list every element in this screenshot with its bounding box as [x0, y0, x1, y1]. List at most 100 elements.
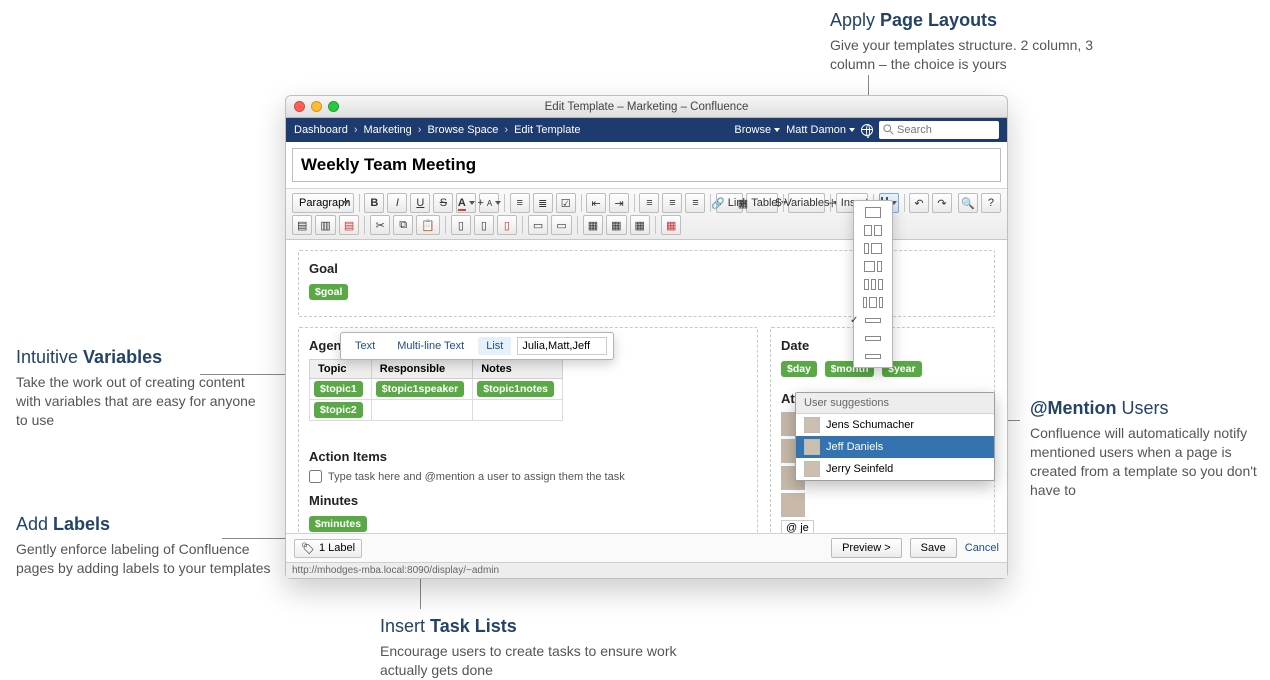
var-topic1[interactable]: $topic1 — [314, 381, 363, 397]
var-tab-text[interactable]: Text — [347, 337, 383, 355]
align-right-button[interactable]: ≡ — [685, 193, 705, 213]
var-day[interactable]: $day — [781, 361, 817, 377]
split-cells-button[interactable]: ▭ — [551, 215, 571, 235]
col-responsible: Responsible — [371, 360, 472, 379]
var-goal[interactable]: $goal — [309, 284, 348, 300]
var-topic1speaker[interactable]: $topic1speaker — [376, 381, 464, 397]
labels-button[interactable]: 🏷 1 Label — [294, 539, 362, 558]
bold-button[interactable]: B — [364, 193, 384, 213]
crumb-dashboard[interactable]: Dashboard — [294, 124, 348, 136]
delete-table-button[interactable]: ▦ — [661, 215, 681, 235]
page-title-input[interactable] — [292, 148, 1001, 182]
align-left-button[interactable]: ≡ — [639, 193, 659, 213]
outdent-button[interactable]: ⇤ — [586, 193, 606, 213]
col-before-button[interactable]: ▯ — [451, 215, 471, 235]
mac-titlebar: Edit Template – Marketing – Confluence — [286, 96, 1007, 118]
crumb-edit-template[interactable]: Edit Template — [514, 124, 580, 136]
align-center-button[interactable]: ≡ — [662, 193, 682, 213]
layout-3col[interactable] — [858, 277, 888, 291]
format-select[interactable]: Paragraph — [292, 193, 354, 213]
task-row[interactable]: Type task here and @mention a user to as… — [309, 470, 747, 483]
layout-2col-right[interactable] — [858, 259, 888, 273]
layout-3row[interactable] — [858, 331, 888, 345]
undo-button[interactable]: ↶ — [909, 193, 929, 213]
user-suggestions-popover[interactable]: User suggestions Jens Schumacher Jeff Da… — [795, 392, 995, 481]
variables-button[interactable]: $Variables — [788, 193, 825, 213]
var-topic2[interactable]: $topic2 — [314, 402, 363, 418]
cut-row-button[interactable]: ✂ — [370, 215, 390, 235]
traffic-lights[interactable] — [294, 101, 339, 112]
var-tab-multiline[interactable]: Multi-line Text — [389, 337, 472, 355]
layout-2col[interactable] — [858, 223, 888, 237]
copy-row-button[interactable]: ⧉ — [393, 215, 413, 235]
row-before-button[interactable]: ▤ — [292, 215, 312, 235]
crumb-marketing[interactable]: Marketing — [364, 124, 412, 136]
attendee-row[interactable] — [781, 493, 984, 517]
task-checkbox[interactable] — [309, 470, 322, 483]
variable-type-popover[interactable]: Text Multi-line Text List — [340, 332, 614, 360]
more-format-button[interactable]: +A — [479, 193, 499, 213]
row-after-button[interactable]: ▥ — [315, 215, 335, 235]
globe-icon[interactable] — [861, 124, 873, 136]
crumb-browse-space[interactable]: Browse Space — [427, 124, 498, 136]
cancel-link[interactable]: Cancel — [965, 542, 999, 554]
text-color-button[interactable]: A — [456, 193, 476, 213]
callout-mention: @Mention Users Confluence will automatic… — [1030, 396, 1260, 500]
close-icon[interactable] — [294, 101, 305, 112]
find-button[interactable]: 🔍 — [958, 193, 978, 213]
left-column[interactable]: Agenda Topic Responsible Notes $topic1 $… — [298, 327, 758, 554]
paste-row-button[interactable]: 📋 — [416, 215, 440, 235]
browse-menu[interactable]: Browse — [734, 124, 780, 136]
user-suggestion-row[interactable]: Jeff Daniels — [796, 436, 994, 458]
layout-2row[interactable]: ✓ — [858, 313, 888, 327]
preview-button[interactable]: Preview > — [831, 538, 902, 558]
row-delete-button[interactable]: ▤ — [339, 215, 359, 235]
help-button[interactable]: ? — [981, 193, 1001, 213]
layout-1col[interactable] — [858, 205, 888, 219]
header-row-button[interactable]: ▦ — [583, 215, 603, 235]
avatar — [804, 461, 820, 477]
tasklist-button[interactable]: ☑ — [556, 193, 576, 213]
header-col-button[interactable]: ▦ — [606, 215, 626, 235]
col-delete-button[interactable]: ▯ — [497, 215, 517, 235]
callout-labels: Add Labels Gently enforce labeling of Co… — [16, 512, 271, 578]
save-button[interactable]: Save — [910, 538, 957, 558]
user-suggestion-row[interactable]: Jerry Seinfeld — [796, 458, 994, 480]
callout-tasks: Insert Task Lists Encourage users to cre… — [380, 614, 680, 680]
action-heading: Action Items — [309, 449, 747, 464]
underline-button[interactable]: U — [410, 193, 430, 213]
label-count: 1 Label — [319, 542, 355, 554]
user-menu[interactable]: Matt Damon — [786, 124, 855, 136]
layout-2col-left[interactable] — [858, 241, 888, 255]
page-layout-dropdown[interactable]: ✓ — [853, 200, 893, 368]
agenda-table[interactable]: Topic Responsible Notes $topic1 $topic1s… — [309, 359, 563, 421]
var-minutes[interactable]: $minutes — [309, 516, 367, 532]
layout-custom[interactable] — [858, 349, 888, 363]
highlight-cell-button[interactable]: ▦ — [630, 215, 650, 235]
var-topic1notes[interactable]: $topic1notes — [477, 381, 554, 397]
var-tab-list[interactable]: List — [478, 337, 511, 355]
indent-button[interactable]: ⇥ — [609, 193, 629, 213]
user-suggestion-row[interactable]: Jens Schumacher — [796, 414, 994, 436]
minimize-icon[interactable] — [311, 101, 322, 112]
col-after-button[interactable]: ▯ — [474, 215, 494, 235]
var-list-input[interactable] — [517, 337, 607, 355]
ul-button[interactable]: ≡ — [510, 193, 530, 213]
arrow-labels — [222, 538, 287, 539]
italic-button[interactable]: I — [387, 193, 407, 213]
global-search[interactable] — [879, 121, 999, 139]
merge-cells-button[interactable]: ▭ — [528, 215, 548, 235]
search-icon — [882, 123, 894, 135]
strike-button[interactable]: S — [433, 193, 453, 213]
redo-button[interactable]: ↷ — [932, 193, 952, 213]
editor-footer: 🏷 1 Label Preview > Save Cancel — [286, 533, 1007, 562]
search-input[interactable] — [897, 124, 995, 136]
table-row: $topic1 $topic1speaker $topic1notes — [310, 379, 563, 400]
table-button[interactable]: ▦Table — [746, 193, 778, 213]
tag-icon: 🏷 — [301, 542, 315, 555]
avatar — [804, 439, 820, 455]
layout-3col-mid[interactable] — [858, 295, 888, 309]
ol-button[interactable]: ≣ — [533, 193, 553, 213]
status-bar-url: http://mhodges-mba.local:8090/display/~a… — [286, 562, 1007, 578]
zoom-icon[interactable] — [328, 101, 339, 112]
